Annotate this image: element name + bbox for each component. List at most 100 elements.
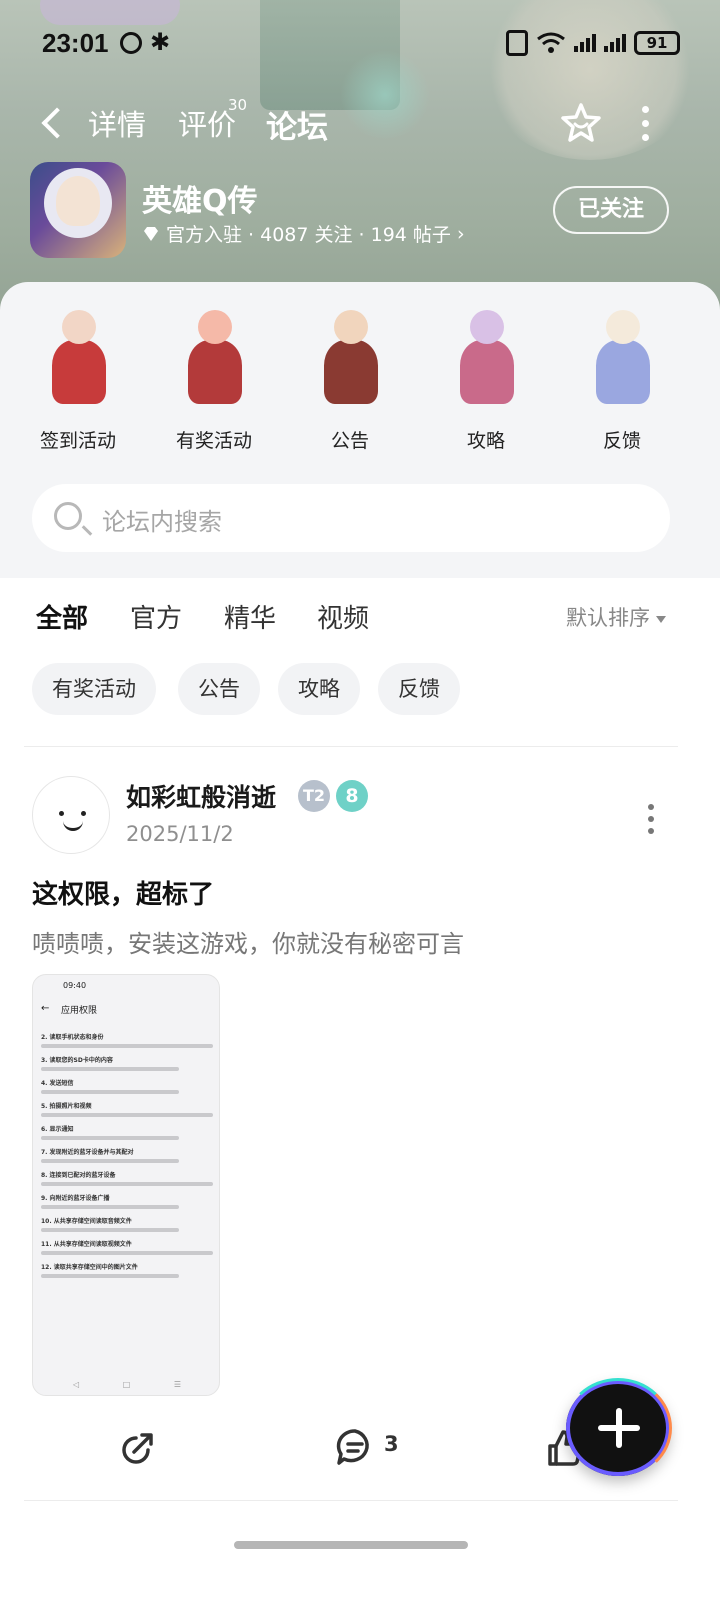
post-body: 啧啧啧，安装这游戏，你就没有秘密可言 xyxy=(32,930,464,958)
game-meta-text: 官方入驻 · 4087 关注 · 194 帖子 xyxy=(166,224,451,246)
permission-item: 4. 发送短信 xyxy=(41,1080,74,1087)
permission-item: 10. 从共享存储空间读取音频文件 xyxy=(41,1218,132,1225)
divider xyxy=(24,1500,678,1501)
chip-feedback[interactable]: 反馈 xyxy=(378,663,460,715)
caret-down-icon xyxy=(656,615,666,623)
chip-announcement[interactable]: 公告 xyxy=(178,663,260,715)
create-post-button[interactable] xyxy=(564,1378,672,1478)
permission-desc xyxy=(41,1228,179,1232)
post-more-icon[interactable] xyxy=(646,804,656,834)
category-illustration xyxy=(438,304,534,414)
category-item[interactable]: 攻略 xyxy=(426,304,546,453)
search-input[interactable]: 论坛内搜索 xyxy=(32,484,670,552)
post-author[interactable]: 如彩虹般消逝 xyxy=(126,778,276,814)
avatar[interactable] xyxy=(32,776,110,854)
tab-video[interactable]: 视频 xyxy=(317,598,369,635)
permission-desc xyxy=(41,1159,179,1163)
image-permission-list: 2. 读取手机状态和身份 3. 读取您的SD卡中的内容 4. 发送短信 5. 拍摄照片… xyxy=(41,1025,213,1278)
status-time: 23:01 xyxy=(42,28,109,58)
permission-item: 11. 从共享存储空间读取视频文件 xyxy=(41,1241,132,1248)
category-item[interactable]: 反馈 xyxy=(562,304,682,453)
permission-desc xyxy=(41,1113,213,1117)
comment-count: 3 xyxy=(384,1432,399,1456)
image-nav-bar: ◁ □ ☰ xyxy=(73,1380,181,1389)
category-label: 公告 xyxy=(330,430,369,452)
post-title: 这权限，超标了 xyxy=(32,880,215,910)
signal-icon xyxy=(604,34,626,52)
permission-item: 2. 读取手机状态和身份 xyxy=(41,1034,104,1041)
share-icon[interactable] xyxy=(118,1430,156,1468)
game-icon xyxy=(30,162,126,258)
category-illustration xyxy=(166,304,262,414)
permission-item: 5. 拍摄照片和视频 xyxy=(41,1103,92,1110)
vibrate-icon xyxy=(506,30,528,56)
permission-item: 7. 发现附近的蓝牙设备并与其配对 xyxy=(41,1149,134,1156)
sort-dropdown[interactable]: 默认排序 xyxy=(566,602,666,632)
status-bar: 23:01 ✱ 91 xyxy=(0,22,720,68)
reviews-count-badge: 30 xyxy=(228,96,248,114)
category-item[interactable]: 公告 xyxy=(290,304,410,453)
category-label: 有奖活动 xyxy=(175,430,252,452)
category-illustration xyxy=(574,304,670,414)
top-nav: 详情 评价 30 论坛 xyxy=(0,92,720,152)
permission-item: 8. 连接到已配对的蓝牙设备 xyxy=(41,1172,116,1179)
alarm-icon xyxy=(120,32,142,54)
permission-desc xyxy=(41,1205,179,1209)
category-label: 攻略 xyxy=(466,430,505,452)
permission-item: 6. 显示通知 xyxy=(41,1126,74,1133)
permission-desc xyxy=(41,1090,179,1094)
image-status-time: 09:40 xyxy=(63,981,87,990)
tab-official[interactable]: 官方 xyxy=(130,598,182,635)
category-label: 签到活动 xyxy=(39,430,116,452)
star-icon[interactable] xyxy=(560,102,602,142)
permission-item: 9. 向附近的蓝牙设备广播 xyxy=(41,1195,110,1202)
search-icon xyxy=(54,502,82,530)
chevron-right-icon: › xyxy=(456,222,465,245)
diamond-icon xyxy=(144,226,158,241)
level-badge: T2 xyxy=(298,780,330,812)
tab-featured[interactable]: 精华 xyxy=(224,598,276,635)
permission-desc xyxy=(41,1067,179,1071)
tab-all[interactable]: 全部 xyxy=(36,598,88,639)
signal-icon xyxy=(574,34,596,52)
permission-desc xyxy=(41,1274,179,1278)
game-info: 英雄Q传 官方入驻 · 4087 关注 · 194 帖子 › 已关注 xyxy=(30,162,690,262)
permission-item: 3. 读取您的SD卡中的内容 xyxy=(41,1057,113,1064)
tab-forum[interactable]: 论坛 xyxy=(266,102,328,151)
category-item[interactable]: 有奖活动 xyxy=(154,304,274,453)
permission-desc xyxy=(41,1044,213,1048)
permission-desc xyxy=(41,1136,179,1140)
category-item[interactable]: 签到活动 xyxy=(18,304,138,453)
status-icons: 91 xyxy=(506,30,680,56)
search-placeholder: 论坛内搜索 xyxy=(102,508,222,536)
bluetooth-icon: ✱ xyxy=(150,28,171,56)
permission-item: 12. 读取共享存储空间中的图片文件 xyxy=(41,1264,138,1271)
more-icon[interactable] xyxy=(640,106,650,141)
category-label: 反馈 xyxy=(602,430,641,452)
filter-tabs: 全部 官方 精华 视频 默认排序 xyxy=(0,596,720,646)
game-name: 英雄Q传 xyxy=(142,184,258,219)
home-indicator[interactable] xyxy=(234,1541,468,1549)
back-icon[interactable] xyxy=(40,104,66,140)
fab-ring xyxy=(564,1378,672,1478)
category-row: 签到活动 有奖活动 公告 攻略 反馈 xyxy=(0,304,720,454)
category-illustration xyxy=(30,304,126,414)
follow-button[interactable]: 已关注 xyxy=(553,186,669,234)
wifi-icon xyxy=(537,32,565,53)
back-arrow-icon: ← xyxy=(41,1003,50,1014)
category-illustration xyxy=(302,304,398,414)
chip-rewards[interactable]: 有奖活动 xyxy=(32,663,156,715)
game-meta[interactable]: 官方入驻 · 4087 关注 · 194 帖子 › xyxy=(142,220,465,247)
permission-desc xyxy=(41,1251,213,1255)
permission-desc xyxy=(41,1182,213,1186)
chip-guide[interactable]: 攻略 xyxy=(278,663,360,715)
post-image[interactable]: 09:40 ← 应用权限 2. 读取手机状态和身份 3. 读取您的SD卡中的内容 4… xyxy=(32,974,220,1396)
comment-icon[interactable] xyxy=(336,1428,374,1466)
rank-badge: 8 xyxy=(336,780,368,812)
sort-label: 默认排序 xyxy=(566,606,650,630)
image-title: 应用权限 xyxy=(61,1006,98,1016)
header-banner: 23:01 ✱ 91 详情 评价 30 论坛 英雄Q传 官方入驻 · 4087 … xyxy=(0,0,720,320)
forum-panel: 签到活动 有奖活动 公告 攻略 反馈 论坛内搜索 xyxy=(0,282,720,578)
divider xyxy=(24,746,678,747)
tab-details[interactable]: 详情 xyxy=(88,102,146,144)
